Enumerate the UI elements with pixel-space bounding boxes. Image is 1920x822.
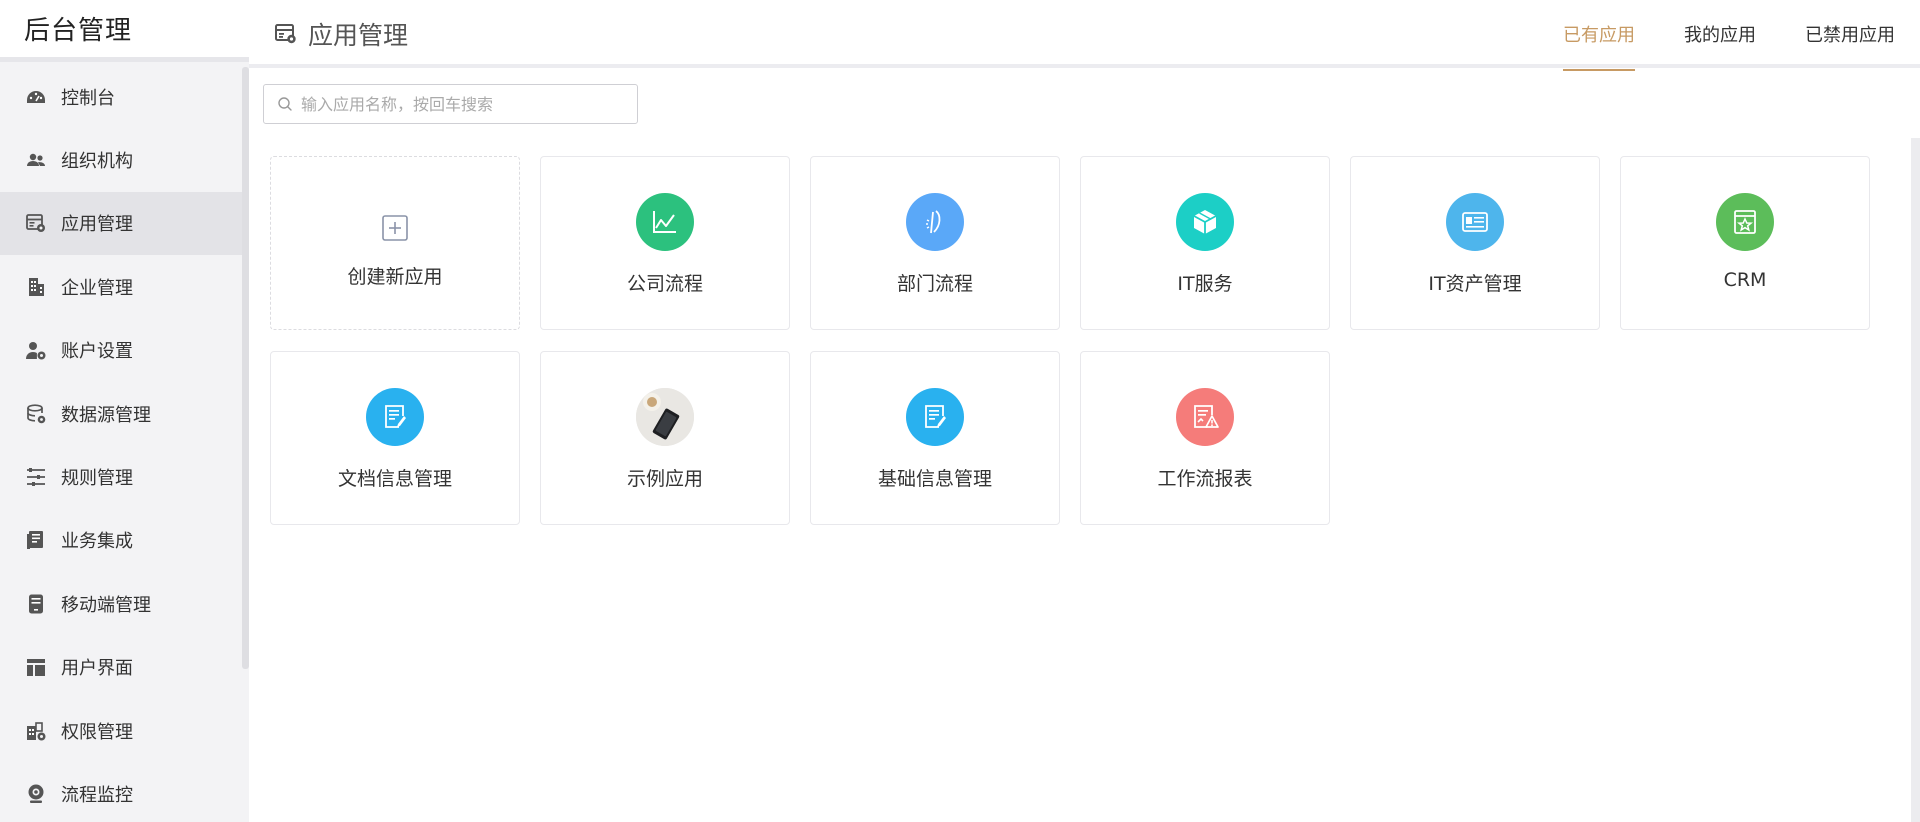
sidebar-item-6[interactable]: 数据源管理 [0,382,249,445]
search-icon [277,96,293,112]
sidebar-header: 后台管理 [0,0,249,62]
app-manage-icon [274,22,298,46]
tab-bar: 已有应用 我的应用 已禁用应用 [1514,0,1895,71]
content-scrollbar[interactable] [1911,138,1920,822]
database-icon [25,403,47,425]
sidebar-item-label: 应用管理 [61,214,133,236]
app-card[interactable]: 部门流程 [810,156,1060,330]
app-card-label: IT资产管理 [1428,273,1522,295]
sidebar-title: 后台管理 [24,16,133,46]
page-title: 应用管理 [308,21,409,50]
app-card[interactable]: 公司流程 [540,156,790,330]
app-root: 后台管理 控制台 组织机构 应用管理 企业管理 账户设置 数据源管理 规则管理 业务集成 移动端… [0,0,1920,822]
sidebar-item-label: 流程监控 [61,784,133,806]
sidebar-item-label: 组织机构 [61,151,133,173]
signature-icon [906,193,964,251]
app-card-label: 创建新应用 [347,266,443,288]
dashboard-icon [25,86,47,108]
app-manage-icon [25,212,47,234]
permission-icon [25,720,47,742]
sidebar: 后台管理 控制台组织机构应用管理企业管理账户设置数据源管理规则管理业务集成移动端… [0,0,249,822]
sidebar-item-label: 账户设置 [61,341,133,363]
sidebar-item-label: 企业管理 [61,277,133,299]
app-card-label: 公司流程 [626,273,703,295]
app-card[interactable]: 工作流报表 [1080,351,1330,525]
main-content: 应用管理 已有应用我的应用已禁用应用 创建新应用 公司流程 部门流程 IT服务 IT资产… [249,0,1920,822]
sidebar-nav: 控制台组织机构应用管理企业管理账户设置数据源管理规则管理业务集成移动端管理用户界… [0,62,249,822]
tab-1[interactable]: 已有应用 [1563,0,1635,71]
app-card-label: 示例应用 [626,468,703,490]
sidebar-item-label: 业务集成 [61,531,133,553]
sidebar-item-12[interactable]: 流程监控 [0,762,249,822]
id-card-icon [1446,193,1504,251]
sidebar-item-7[interactable]: 规则管理 [0,445,249,508]
sidebar-item-label: 用户界面 [61,658,133,680]
top-bar: 应用管理 已有应用 我的应用 已禁用应用 [249,0,1920,71]
monitor-icon [25,783,47,805]
edit-document-icon [366,388,424,446]
layout-icon [25,656,47,678]
sidebar-item-5[interactable]: 账户设置 [0,319,249,382]
search-input[interactable] [301,94,621,114]
sidebar-item-9[interactable]: 移动端管理 [0,572,249,635]
app-card[interactable]: 基础信息管理 [810,351,1060,525]
app-card[interactable]: CRM [1620,156,1870,330]
app-card[interactable]: IT资产管理 [1350,156,1600,330]
create-app-card[interactable]: 创建新应用 [270,156,520,330]
tab-2[interactable]: 我的应用 [1684,0,1756,68]
mobile-icon [25,593,47,615]
app-card-label: 工作流报表 [1157,468,1253,490]
report-warning-icon [1176,388,1234,446]
app-card-label: 基础信息管理 [877,468,992,490]
sidebar-item-4[interactable]: 企业管理 [0,255,249,318]
star-box-icon [1716,193,1774,251]
sidebar-item-label: 数据源管理 [61,404,151,426]
edit-document-icon [906,388,964,446]
app-card[interactable]: 文档信息管理 [270,351,520,525]
sidebar-scrollbar[interactable] [242,67,249,669]
photo-phone-coffee-icon [636,388,694,446]
sidebar-item-8[interactable]: 业务集成 [0,509,249,572]
book-icon [25,529,47,551]
app-card-label: CRM [1723,269,1767,291]
sidebar-item-2[interactable]: 组织机构 [0,128,249,191]
plus-square-icon [380,213,410,243]
app-card[interactable]: 示例应用 [540,351,790,525]
search-box[interactable] [263,84,638,124]
page-title-group: 应用管理 [274,16,408,52]
chart-line-icon [636,193,694,251]
app-card-label: IT服务 [1177,273,1233,295]
cube-icon [1176,193,1234,251]
app-card[interactable]: IT服务 [1080,156,1330,330]
sidebar-item-11[interactable]: 权限管理 [0,699,249,762]
sidebar-item-label: 控制台 [61,87,115,109]
sidebar-item-3[interactable]: 应用管理 [0,191,249,256]
sidebar-item-10[interactable]: 用户界面 [0,636,249,699]
sidebar-item-label: 移动端管理 [61,594,151,616]
users-icon [25,149,47,171]
sidebar-item-label: 权限管理 [61,721,133,743]
app-card-label: 部门流程 [896,273,973,295]
tab-3[interactable]: 已禁用应用 [1805,0,1895,68]
building-icon [25,276,47,298]
sidebar-item-label: 规则管理 [61,468,133,490]
user-gear-icon [25,339,47,361]
app-card-label: 文档信息管理 [337,468,452,490]
sidebar-item-1[interactable]: 控制台 [0,65,249,128]
sliders-icon [25,466,47,488]
